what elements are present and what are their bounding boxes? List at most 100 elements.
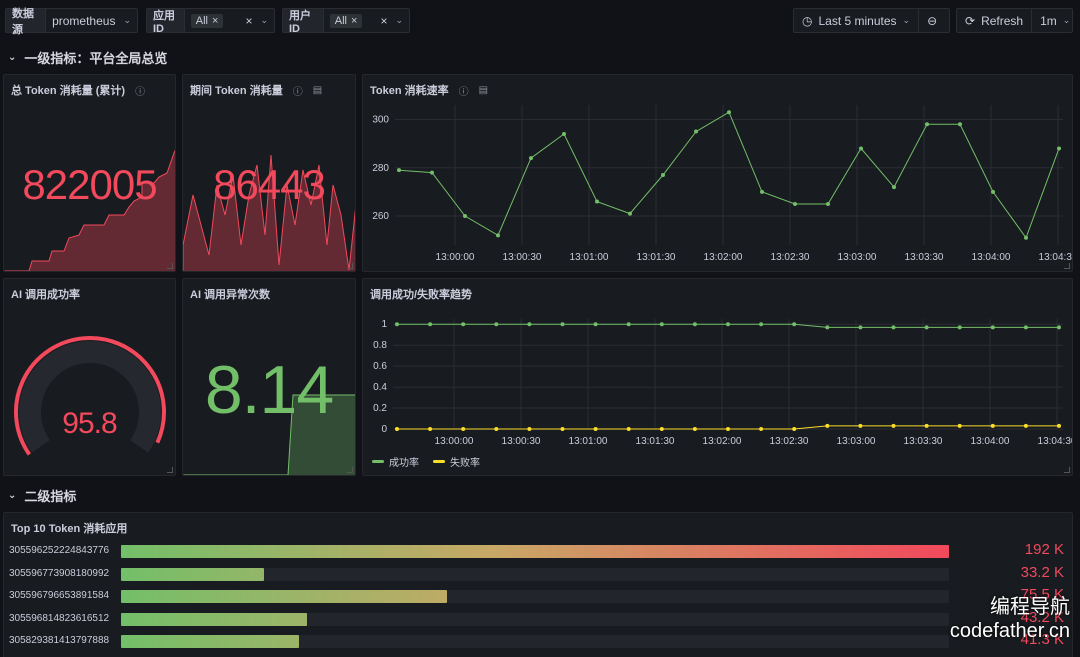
y-tick-label: 0.6 — [373, 361, 387, 372]
data-point — [1023, 423, 1028, 428]
data-point — [759, 427, 764, 431]
y-tick-label: 260 — [372, 211, 389, 222]
resize-handle[interactable] — [1064, 467, 1070, 473]
bar-label: 305596796653891584 — [9, 590, 110, 601]
refresh-interval-select[interactable]: 1m ⌄ — [1031, 9, 1078, 32]
x-tick-label: 13:00:00 — [436, 252, 475, 263]
user-id-label: 用户ID — [283, 9, 324, 35]
chevron-down-icon: ⌄ — [395, 15, 403, 25]
data-point — [957, 423, 962, 428]
bar-fill — [121, 567, 265, 581]
data-point — [957, 325, 962, 330]
y-tick-label: 300 — [372, 114, 389, 125]
stat-value: 8.14 — [204, 352, 334, 428]
row-header-secondary[interactable]: ⌄ 二级指标 — [8, 486, 76, 505]
data-point — [825, 423, 830, 428]
app-id-chip[interactable]: All × — [190, 13, 224, 28]
series-line — [398, 111, 1060, 239]
data-point — [858, 325, 863, 330]
datasource-value: prometheus — [52, 13, 116, 28]
row-header-overview[interactable]: ⌄ 一级指标：平台全局总览 — [8, 48, 167, 67]
resize-handle[interactable] — [167, 263, 173, 269]
app-id-variable[interactable]: 应用ID All × × ⌄ — [146, 8, 275, 35]
bar-track — [121, 545, 949, 558]
legend-item-fail[interactable]: 失败率 — [433, 454, 480, 469]
bar-row[interactable]: 305596773908180992 33.2 K — [4, 563, 1072, 582]
time-range-value: Last 5 minutes — [818, 13, 897, 28]
data-point — [891, 325, 896, 330]
bar-row[interactable]: 305829381413797888 41.3 K — [4, 631, 1072, 649]
app-id-select[interactable]: All × × ⌄ — [185, 13, 274, 28]
bar-row[interactable]: 305596814823616512 43.2 K — [4, 609, 1072, 627]
bar-row[interactable]: 305596252224843776 192 K — [4, 541, 1072, 559]
data-point — [692, 427, 697, 431]
remove-icon[interactable]: × — [212, 15, 218, 27]
data-point — [1057, 146, 1061, 151]
bar-row[interactable]: 305596796653891584 75.5 K — [4, 586, 1072, 604]
x-tick-label: 13:00:30 — [502, 436, 541, 447]
data-point — [726, 427, 730, 431]
data-point — [428, 427, 433, 431]
y-tick-label: 280 — [372, 163, 389, 174]
resize-handle[interactable] — [167, 467, 173, 473]
token-rate-chart[interactable]: 260 280 300 13:00:00 13:00:30 13:01:00 13:01:3… — [363, 75, 1073, 272]
stat-value: 822005 — [22, 161, 157, 208]
watermark-line2: codefather.cn — [949, 620, 1070, 642]
data-point — [395, 427, 399, 431]
clear-icon[interactable]: × — [380, 14, 387, 28]
zoom-out-button[interactable]: ⊖ — [918, 9, 945, 32]
panel-error-count: AI 调用异常次数 8.14 — [182, 278, 356, 476]
datasource-select[interactable]: prometheus ⌄ — [46, 14, 137, 28]
data-point — [659, 322, 664, 327]
bar-track — [121, 612, 949, 626]
bar-label: 305596814823616512 — [9, 612, 110, 624]
x-tick-label: 13:00:30 — [503, 252, 542, 263]
x-tick-label: 13:02:00 — [703, 436, 742, 447]
panel-success-fail-trend: 调用成功/失败率趋势 0 0.2 0.4 0.6 0.8 1 13:00:00 13:00:3… — [362, 278, 1073, 476]
data-point — [626, 427, 631, 431]
refresh-icon: ⟳ — [965, 13, 976, 28]
refresh-picker[interactable]: ⟳ Refresh 1m ⌄ — [956, 8, 1073, 33]
bar-label: 305596252224843776 — [9, 545, 110, 556]
user-id-variable[interactable]: 用户ID All × × ⌄ — [282, 8, 410, 35]
data-point — [793, 201, 797, 206]
bar-value: 33.2 K — [1020, 563, 1064, 581]
data-point — [494, 322, 499, 327]
resize-handle[interactable] — [347, 263, 353, 269]
refresh-button[interactable]: ⟳ Refresh — [957, 9, 1031, 32]
bar-fill — [121, 590, 447, 603]
chevron-down-icon: ⌄ — [260, 15, 268, 25]
legend-item-success[interactable]: 成功率 — [372, 454, 419, 469]
app-id-value: All — [195, 14, 208, 27]
data-point — [527, 322, 532, 327]
x-tick-label: 13:04:00 — [971, 436, 1010, 447]
remove-icon[interactable]: × — [351, 15, 357, 27]
y-tick-label: 1 — [381, 319, 387, 330]
data-point — [726, 322, 730, 327]
success-fail-chart[interactable]: 0 0.2 0.4 0.6 0.8 1 13:00:00 13:00:30 13:01:00 13… — [363, 279, 1073, 476]
x-tick-label: 13:03:30 — [905, 252, 944, 263]
resize-handle[interactable] — [347, 467, 353, 473]
chart-legend: 成功率 失败率 — [372, 454, 480, 469]
row-title: 一级指标：平台全局总览 — [24, 51, 168, 66]
data-point — [990, 423, 995, 428]
datasource-variable[interactable]: 数据源 prometheus ⌄ — [5, 8, 138, 36]
data-point — [958, 122, 962, 127]
time-picker[interactable]: ◷ Last 5 minutes ⌄ ⊖ — [793, 8, 950, 33]
resize-handle[interactable] — [1064, 263, 1070, 269]
x-tick-label: 13:00:00 — [435, 436, 474, 447]
watermark-line1: 编程导航 — [990, 596, 1070, 618]
user-id-chip[interactable]: All × — [329, 13, 363, 28]
data-point — [1024, 235, 1028, 240]
data-point — [397, 168, 401, 173]
data-point — [560, 427, 565, 431]
user-id-value: All — [334, 14, 347, 27]
user-id-select[interactable]: All × × ⌄ — [324, 13, 409, 28]
x-tick-label: 13:01:00 — [570, 252, 609, 263]
x-tick-label: 13:03:30 — [904, 436, 943, 447]
panel-header[interactable]: Top 10 Token 消耗应用 — [11, 520, 127, 536]
panel-success-rate: AI 调用成功率 95.8 — [3, 278, 176, 476]
clear-icon[interactable]: × — [245, 14, 252, 28]
time-range-button[interactable]: ◷ Last 5 minutes ⌄ — [794, 9, 918, 32]
x-tick-label: 13:02:30 — [770, 436, 809, 447]
